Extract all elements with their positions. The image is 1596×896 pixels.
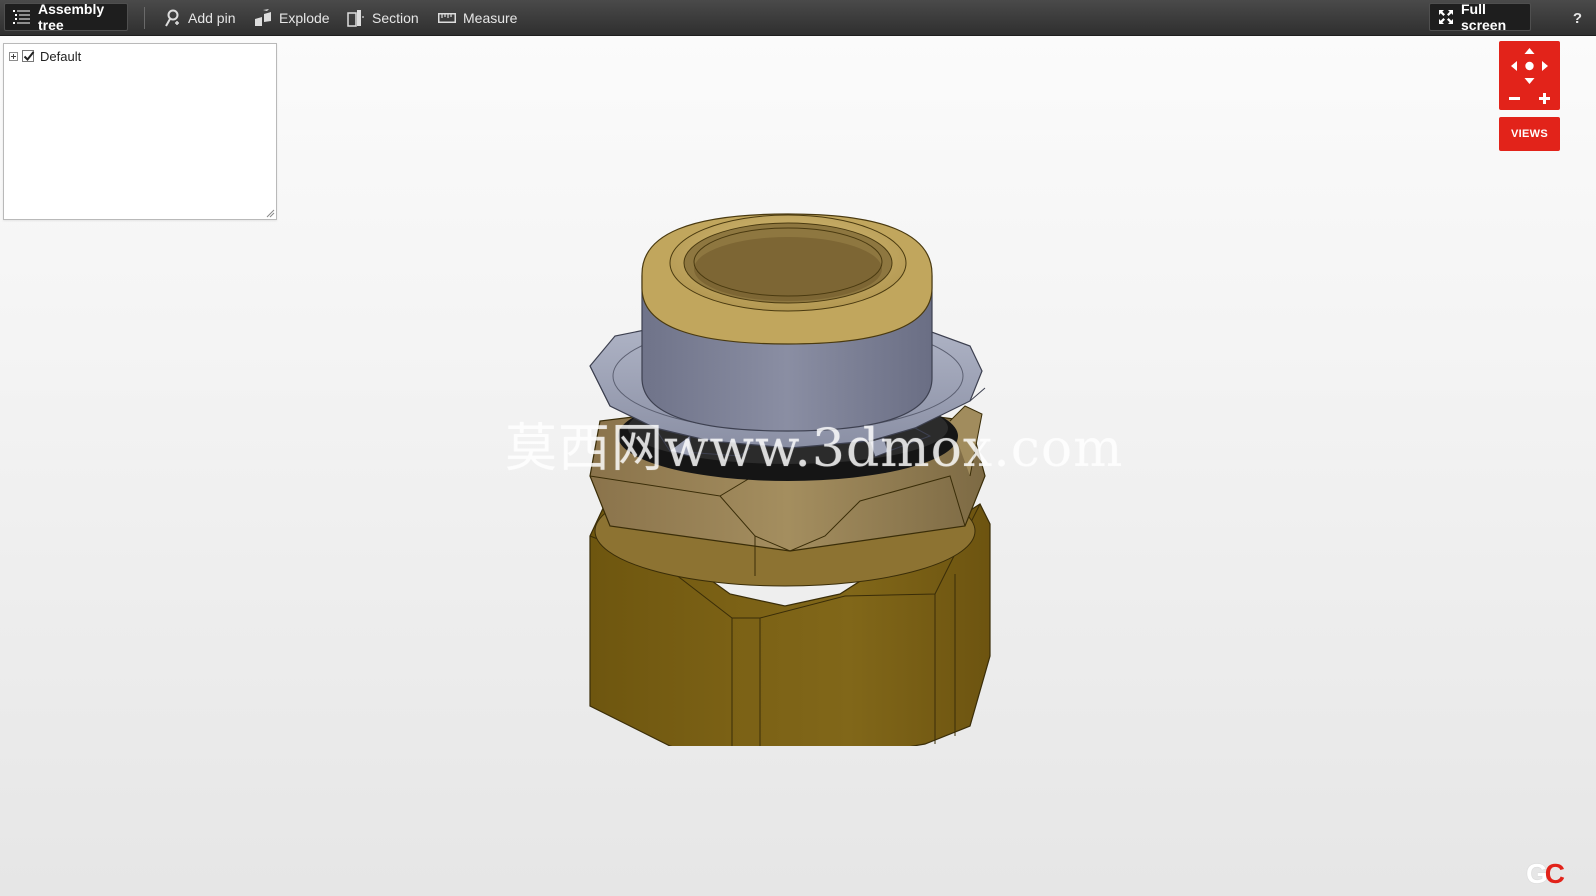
fullscreen-icon bbox=[1438, 8, 1454, 26]
zoom-out-icon[interactable] bbox=[1509, 97, 1520, 100]
top-toolbar: Assembly tree Add pin Explode Section Me… bbox=[0, 0, 1596, 36]
watermark-text: 莫西网www.3dmox.com bbox=[505, 419, 1124, 479]
toolbar-separator bbox=[144, 7, 145, 29]
assembly-tree-label: Assembly tree bbox=[38, 1, 105, 33]
explode-label: Explode bbox=[279, 10, 330, 26]
explode-button[interactable]: Explode bbox=[254, 0, 330, 36]
3d-viewport[interactable]: Default VIEWS 莫西网www.3dmox.com GC bbox=[0, 36, 1596, 896]
pan-up-icon[interactable] bbox=[1524, 48, 1535, 54]
add-pin-label: Add pin bbox=[188, 10, 236, 26]
pan-left-icon[interactable] bbox=[1511, 61, 1517, 71]
ruler-icon bbox=[438, 9, 456, 27]
measure-button[interactable]: Measure bbox=[438, 0, 517, 36]
visibility-checkbox[interactable] bbox=[22, 50, 35, 62]
section-plane-icon bbox=[347, 9, 365, 27]
full-screen-button[interactable]: Full screen bbox=[1429, 1, 1531, 33]
assembly-tree-panel: Default bbox=[3, 43, 277, 220]
navigation-pad bbox=[1499, 41, 1560, 110]
list-tree-icon bbox=[13, 8, 31, 26]
views-button[interactable]: VIEWS bbox=[1499, 117, 1560, 151]
zoom-in-icon[interactable] bbox=[1539, 93, 1550, 104]
assembly-tree-button[interactable]: Assembly tree bbox=[4, 1, 128, 33]
section-button[interactable]: Section bbox=[347, 0, 419, 36]
expand-icon[interactable] bbox=[9, 51, 18, 61]
tree-item-default[interactable]: Default bbox=[9, 48, 81, 64]
full-screen-label: Full screen bbox=[1461, 1, 1507, 33]
pan-down-icon[interactable] bbox=[1524, 78, 1535, 84]
pan-right-icon[interactable] bbox=[1542, 61, 1548, 71]
explode-icon bbox=[254, 9, 272, 27]
resize-grip-icon[interactable] bbox=[266, 209, 275, 218]
measure-label: Measure bbox=[463, 10, 518, 26]
section-label: Section bbox=[372, 10, 419, 26]
brand-logo: GC bbox=[1525, 858, 1565, 889]
tree-item-label: Default bbox=[40, 48, 82, 64]
orbit-center-icon[interactable] bbox=[1525, 61, 1534, 71]
pin-icon bbox=[163, 9, 181, 27]
help-button[interactable]: ? bbox=[1573, 0, 1582, 36]
add-pin-button[interactable]: Add pin bbox=[163, 0, 235, 36]
